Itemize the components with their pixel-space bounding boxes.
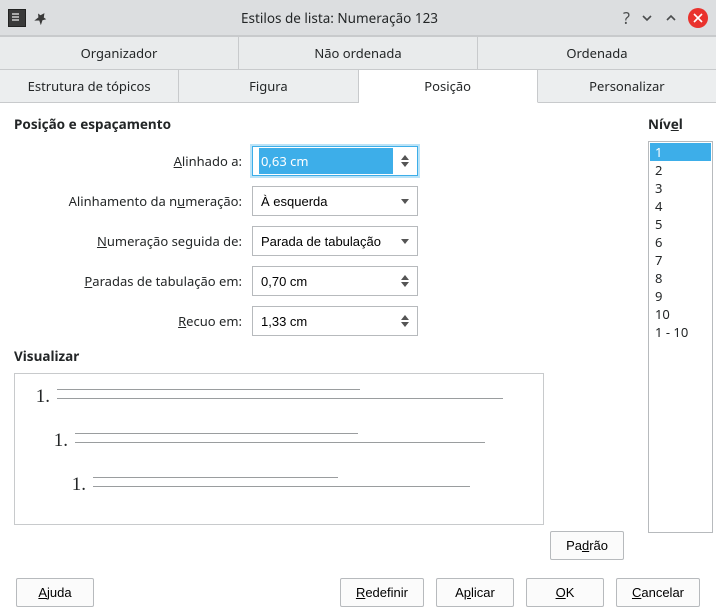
level-item[interactable]: 2: [650, 161, 711, 179]
tab-outline[interactable]: Estrutura de tópicos: [0, 70, 179, 103]
tab-customize[interactable]: Personalizar: [538, 70, 716, 103]
label-numalign: Alinhamento da numeração:: [14, 192, 252, 210]
apply-button[interactable]: Aplicar: [436, 578, 514, 607]
numalign-combo[interactable]: [252, 186, 418, 216]
chevron-down-icon[interactable]: [397, 227, 413, 255]
level-listbox[interactable]: 1 2 3 4 5 6 7 8 9 10 1 - 10: [648, 141, 713, 533]
preview-number: 1.: [63, 474, 89, 496]
cancel-button[interactable]: Cancelar: [616, 578, 700, 607]
section-heading-preview: Visualizar: [14, 347, 636, 365]
level-item[interactable]: 1: [650, 143, 711, 161]
label-aligned: Alinhado a:: [14, 152, 252, 170]
help-button[interactable]: Ajuda: [16, 578, 94, 607]
preview-number: 1.: [27, 386, 53, 408]
help-icon[interactable]: ?: [623, 7, 630, 29]
spinner-icon[interactable]: [397, 307, 413, 335]
level-item[interactable]: 4: [650, 197, 711, 215]
app-icon: [8, 9, 26, 27]
section-heading-position: Posição e espaçamento: [14, 115, 636, 133]
ok-button[interactable]: OK: [526, 578, 604, 607]
level-item[interactable]: 6: [650, 233, 711, 251]
level-item[interactable]: 5: [650, 215, 711, 233]
chevron-up-icon[interactable]: [664, 11, 678, 25]
level-item[interactable]: 3: [650, 179, 711, 197]
chevron-down-icon[interactable]: [397, 187, 413, 215]
tab-organizer[interactable]: Organizador: [0, 36, 239, 69]
tabstops-at-input[interactable]: [252, 266, 418, 296]
label-indent: Recuo em:: [14, 312, 252, 330]
label-tabstops: Paradas de tabulação em:: [14, 272, 252, 290]
tab-row-2: Estrutura de tópicos Figura Posição Pers…: [0, 70, 716, 103]
pin-icon[interactable]: [32, 9, 50, 27]
level-item[interactable]: 1 - 10: [650, 323, 711, 341]
preview-number: 1.: [45, 430, 71, 452]
followed-by-combo[interactable]: [252, 226, 418, 256]
tab-figure[interactable]: Figura: [179, 70, 358, 103]
tab-unordered[interactable]: Não ordenada: [239, 36, 478, 69]
indent-at-input[interactable]: [252, 306, 418, 336]
level-item[interactable]: 7: [650, 251, 711, 269]
reset-button[interactable]: Redefinir: [340, 578, 424, 607]
default-button[interactable]: Padrão: [550, 531, 624, 560]
level-item[interactable]: 10: [650, 305, 711, 323]
level-heading: Nível: [648, 115, 702, 133]
level-item[interactable]: 8: [650, 269, 711, 287]
tab-ordered[interactable]: Ordenada: [478, 36, 716, 69]
close-icon[interactable]: [688, 8, 708, 28]
tab-position[interactable]: Posição: [359, 70, 538, 103]
spinner-icon[interactable]: [397, 267, 413, 295]
aligned-at-input[interactable]: 0,63 cm: [252, 146, 418, 176]
preview-area: 1. 1. 1.: [14, 373, 544, 525]
tab-row-1: Organizador Não ordenada Ordenada: [0, 36, 716, 70]
chevron-down-icon[interactable]: [640, 11, 654, 25]
spinner-icon[interactable]: [397, 147, 413, 175]
aligned-at-value: 0,63 cm: [259, 148, 393, 174]
window-title: Estilos de lista: Numeração 123: [56, 9, 623, 27]
level-item[interactable]: 9: [650, 287, 711, 305]
label-followed: Numeração seguida de:: [14, 232, 252, 250]
titlebar: Estilos de lista: Numeração 123 ?: [0, 0, 716, 36]
